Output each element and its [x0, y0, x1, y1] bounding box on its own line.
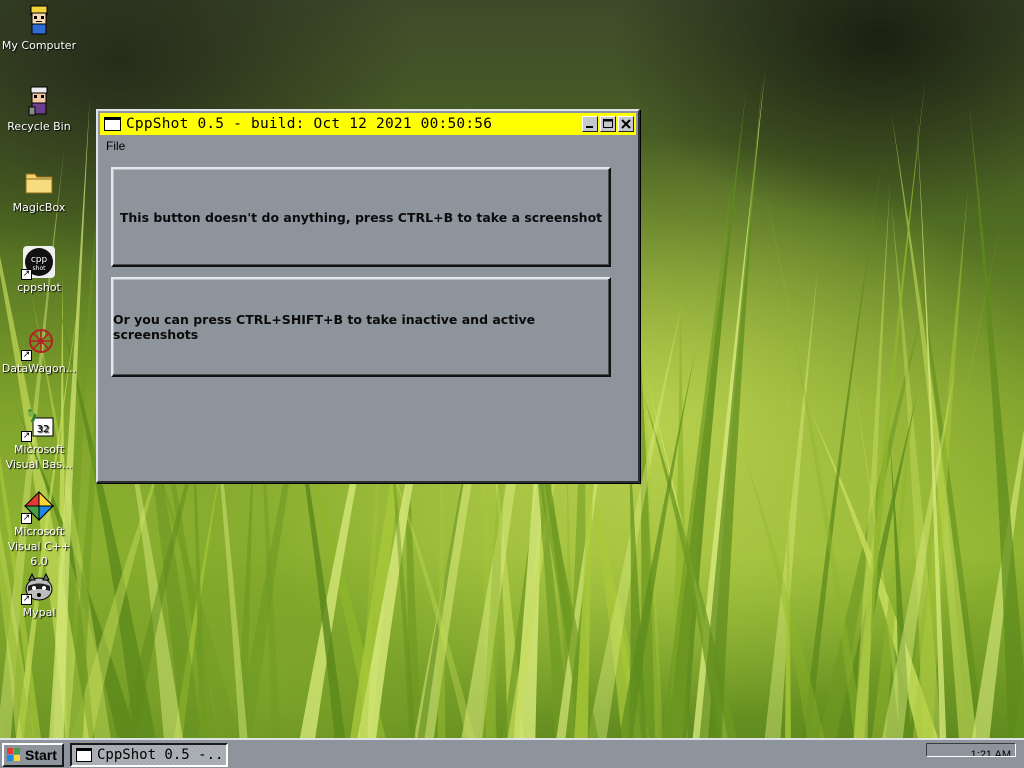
maximize-button[interactable] [600, 116, 616, 132]
menu-bar: File [106, 139, 125, 155]
taskbar-item-label: CppShot 0.5 -... [97, 747, 228, 763]
desktop-icon-label: Recycle Bin [7, 120, 71, 133]
visual-basic-icon: 32 ↗ [21, 408, 55, 442]
shortcut-arrow-icon: ↗ [21, 513, 32, 524]
minimize-button[interactable] [582, 116, 598, 132]
title-bar[interactable]: CppShot 0.5 - build: Oct 12 2021 00:50:5… [100, 113, 636, 135]
taskbar: Start CppShot 0.5 -... 1:21 AM [0, 738, 1024, 768]
maximize-icon [603, 119, 613, 128]
desktop-icon-cppshot[interactable]: cpp shot ↗ cppshot [0, 246, 78, 295]
desktop-icon-magicbox[interactable]: MagicBox [0, 166, 78, 215]
window-app-icon [104, 117, 121, 131]
desktop-icon-label: cppshot [17, 281, 61, 294]
desktop-icon-label: Microsoft Visual Bas... [5, 443, 73, 471]
desktop-icon-label: Mypal [22, 606, 56, 619]
cartoon-character-icon [23, 85, 55, 117]
window-app-icon [76, 748, 92, 762]
desktop-icon-visual-cpp[interactable]: ↗ Microsoft Visual C++ 6.0 [0, 490, 78, 569]
clock[interactable]: 1:21 AM [971, 749, 1011, 756]
close-button[interactable] [618, 116, 634, 132]
desktop-icon-my-computer[interactable]: My Computer [0, 4, 78, 53]
desktop-icon-recycle-bin[interactable]: Recycle Bin [0, 85, 78, 134]
desktop-icon-mypal[interactable]: ↗ Mypal [0, 571, 78, 620]
minimize-icon [586, 126, 593, 128]
shortcut-arrow-icon: ↗ [21, 431, 32, 442]
desktop-icon-label: Microsoft Visual C++ 6.0 [7, 525, 71, 568]
desktop-icon-label: MagicBox [12, 201, 66, 214]
close-icon [621, 119, 631, 129]
desktop-icon-label: My Computer [1, 39, 77, 52]
folder-icon [23, 166, 55, 198]
desktop-icon-visual-basic[interactable]: 32 ↗ Microsoft Visual Bas... [0, 408, 78, 472]
start-label: Start [25, 747, 57, 763]
system-tray: 1:21 AM [926, 743, 1016, 757]
svg-text:cpp: cpp [31, 255, 48, 265]
svg-text:32: 32 [37, 424, 50, 435]
svg-text:shot: shot [33, 265, 47, 272]
cartoon-character-icon [23, 4, 55, 36]
windows-logo-icon [7, 748, 20, 761]
taskbar-item-cppshot[interactable]: CppShot 0.5 -... [70, 743, 228, 767]
start-button[interactable]: Start [2, 743, 64, 767]
desktop: My Computer Recycle Bin MagicBox cpp sho… [0, 0, 1024, 738]
desktop-icon-datawagon[interactable]: ↗ DataWagon... [0, 327, 78, 376]
raccoon-icon: ↗ [21, 571, 55, 605]
screenshot-hint-button[interactable]: This button doesn't do anything, press C… [111, 167, 611, 267]
inactive-active-hint-button[interactable]: Or you can press CTRL+SHIFT+B to take in… [111, 277, 611, 377]
cppshot-app-icon: cpp shot ↗ [21, 246, 55, 280]
desktop-icon-label: DataWagon... [1, 362, 77, 375]
wagon-wheel-icon: ↗ [21, 327, 55, 361]
shortcut-arrow-icon: ↗ [21, 269, 32, 280]
cppshot-window[interactable]: CppShot 0.5 - build: Oct 12 2021 00:50:5… [96, 109, 640, 483]
menu-file[interactable]: File [106, 139, 125, 153]
visual-cpp-icon: ↗ [21, 490, 55, 524]
window-title: CppShot 0.5 - build: Oct 12 2021 00:50:5… [126, 116, 493, 132]
shortcut-arrow-icon: ↗ [21, 350, 32, 361]
shortcut-arrow-icon: ↗ [21, 594, 32, 605]
